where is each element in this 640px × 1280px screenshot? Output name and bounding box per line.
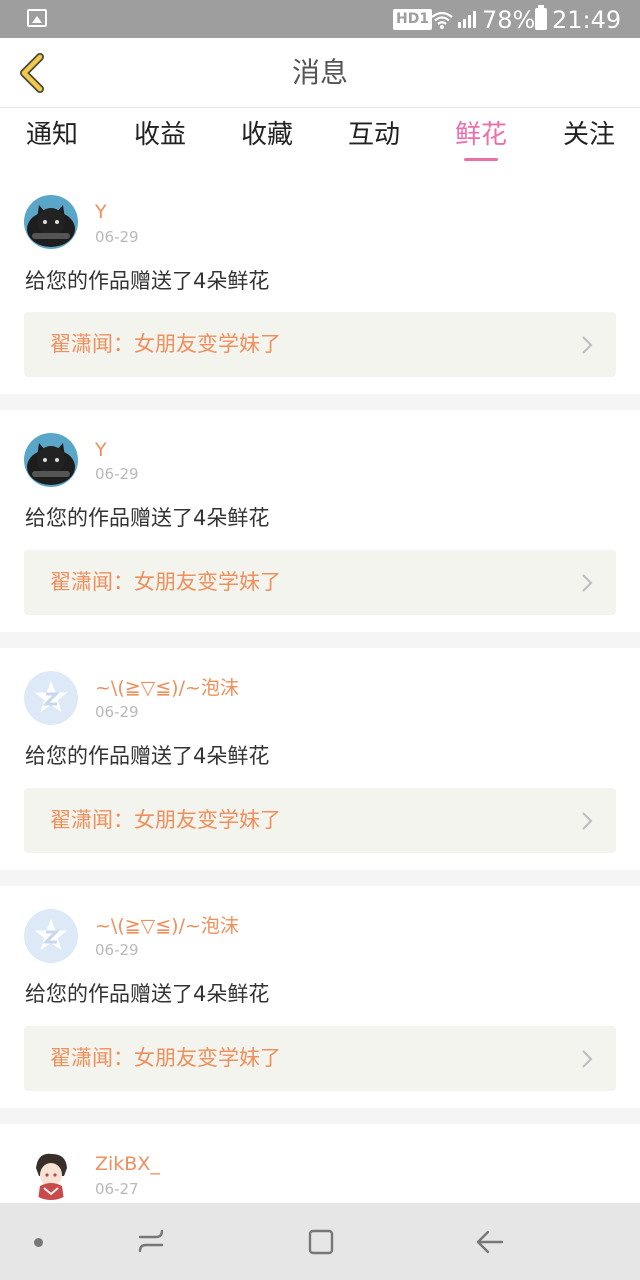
chevron-right-icon [582, 1050, 593, 1068]
list-item: Y 06-29 给您的作品赠送了4朵鲜花 翟潇闻：女朋友变学妹了 [0, 172, 640, 394]
tab-interaction[interactable]: 互动 [348, 119, 400, 151]
active-tab-indicator [464, 158, 498, 161]
wifi-icon [431, 11, 453, 29]
status-bar: HD1 78% 21:49 [0, 0, 640, 38]
avatar[interactable] [24, 671, 78, 725]
tab-bar: 通知 收益 收藏 互动 鲜花 关注 [0, 109, 640, 169]
work-link[interactable]: 翟潇闻：女朋友变学妹了 [24, 788, 616, 853]
tab-notice[interactable]: 通知 [26, 119, 78, 151]
avatar[interactable] [24, 1146, 78, 1200]
avatar[interactable] [24, 433, 78, 487]
list-item: ~\(≧▽≦)/~泡沫 06-29 给您的作品赠送了4朵鲜花 翟潇闻：女朋友变学… [0, 886, 640, 1108]
date: 06-29 [95, 228, 139, 246]
avatar[interactable] [24, 909, 78, 963]
message-text: 给您的作品赠送了4朵鲜花 [25, 506, 270, 530]
username[interactable]: ~\(≧▽≦)/~泡沫 [95, 914, 239, 938]
divider [0, 870, 640, 886]
list-item: ~\(≧▽≦)/~泡沫 06-29 给您的作品赠送了4朵鲜花 翟潇闻：女朋友变学… [0, 648, 640, 870]
list-item: Y 06-29 给您的作品赠送了4朵鲜花 翟潇闻：女朋友变学妹了 [0, 410, 640, 632]
work-title: 翟潇闻：女朋友变学妹了 [50, 332, 281, 356]
list-item: ZikBX_ 06-27 [0, 1124, 640, 1203]
divider [0, 632, 640, 648]
username[interactable]: Y [95, 200, 107, 224]
username[interactable]: ZikBX_ [95, 1152, 160, 1176]
date: 06-29 [95, 703, 139, 721]
work-link[interactable]: 翟潇闻：女朋友变学妹了 [24, 550, 616, 615]
avatar[interactable] [24, 195, 78, 249]
signal-icon [458, 11, 476, 28]
date: 06-29 [95, 941, 139, 959]
clock: 21:49 [552, 6, 622, 34]
tab-earnings[interactable]: 收益 [134, 119, 186, 151]
username[interactable]: Y [95, 438, 107, 462]
work-title: 翟潇闻：女朋友变学妹了 [50, 808, 281, 832]
battery-percent: 78% [482, 6, 536, 34]
work-title: 翟潇闻：女朋友变学妹了 [50, 570, 281, 594]
back-icon[interactable] [474, 1227, 506, 1257]
page-title: 消息 [291, 56, 348, 89]
recent-apps-icon[interactable] [136, 1227, 166, 1257]
divider [0, 394, 640, 410]
work-title: 翟潇闻：女朋友变学妹了 [50, 1046, 281, 1070]
tab-favorites[interactable]: 收藏 [241, 119, 293, 151]
message-text: 给您的作品赠送了4朵鲜花 [25, 744, 270, 768]
date: 06-27 [95, 1180, 139, 1198]
chevron-right-icon [582, 336, 593, 354]
home-icon[interactable] [306, 1227, 336, 1257]
battery-icon [535, 5, 547, 30]
username[interactable]: ~\(≧▽≦)/~泡沫 [95, 676, 239, 700]
network-badge: HD1 [393, 9, 433, 30]
chevron-right-icon [582, 574, 593, 592]
image-icon [27, 9, 47, 27]
system-nav-bar [0, 1203, 640, 1280]
work-link[interactable]: 翟潇闻：女朋友变学妹了 [24, 312, 616, 377]
divider [0, 1108, 640, 1124]
message-text: 给您的作品赠送了4朵鲜花 [25, 269, 270, 293]
chevron-right-icon [582, 812, 593, 830]
tab-following[interactable]: 关注 [563, 119, 615, 151]
date: 06-29 [95, 465, 139, 483]
header: 消息 [0, 38, 640, 108]
message-text: 给您的作品赠送了4朵鲜花 [25, 982, 270, 1006]
dot-icon[interactable] [34, 1238, 43, 1247]
work-link[interactable]: 翟潇闻：女朋友变学妹了 [24, 1026, 616, 1091]
tab-flowers[interactable]: 鲜花 [455, 119, 507, 151]
